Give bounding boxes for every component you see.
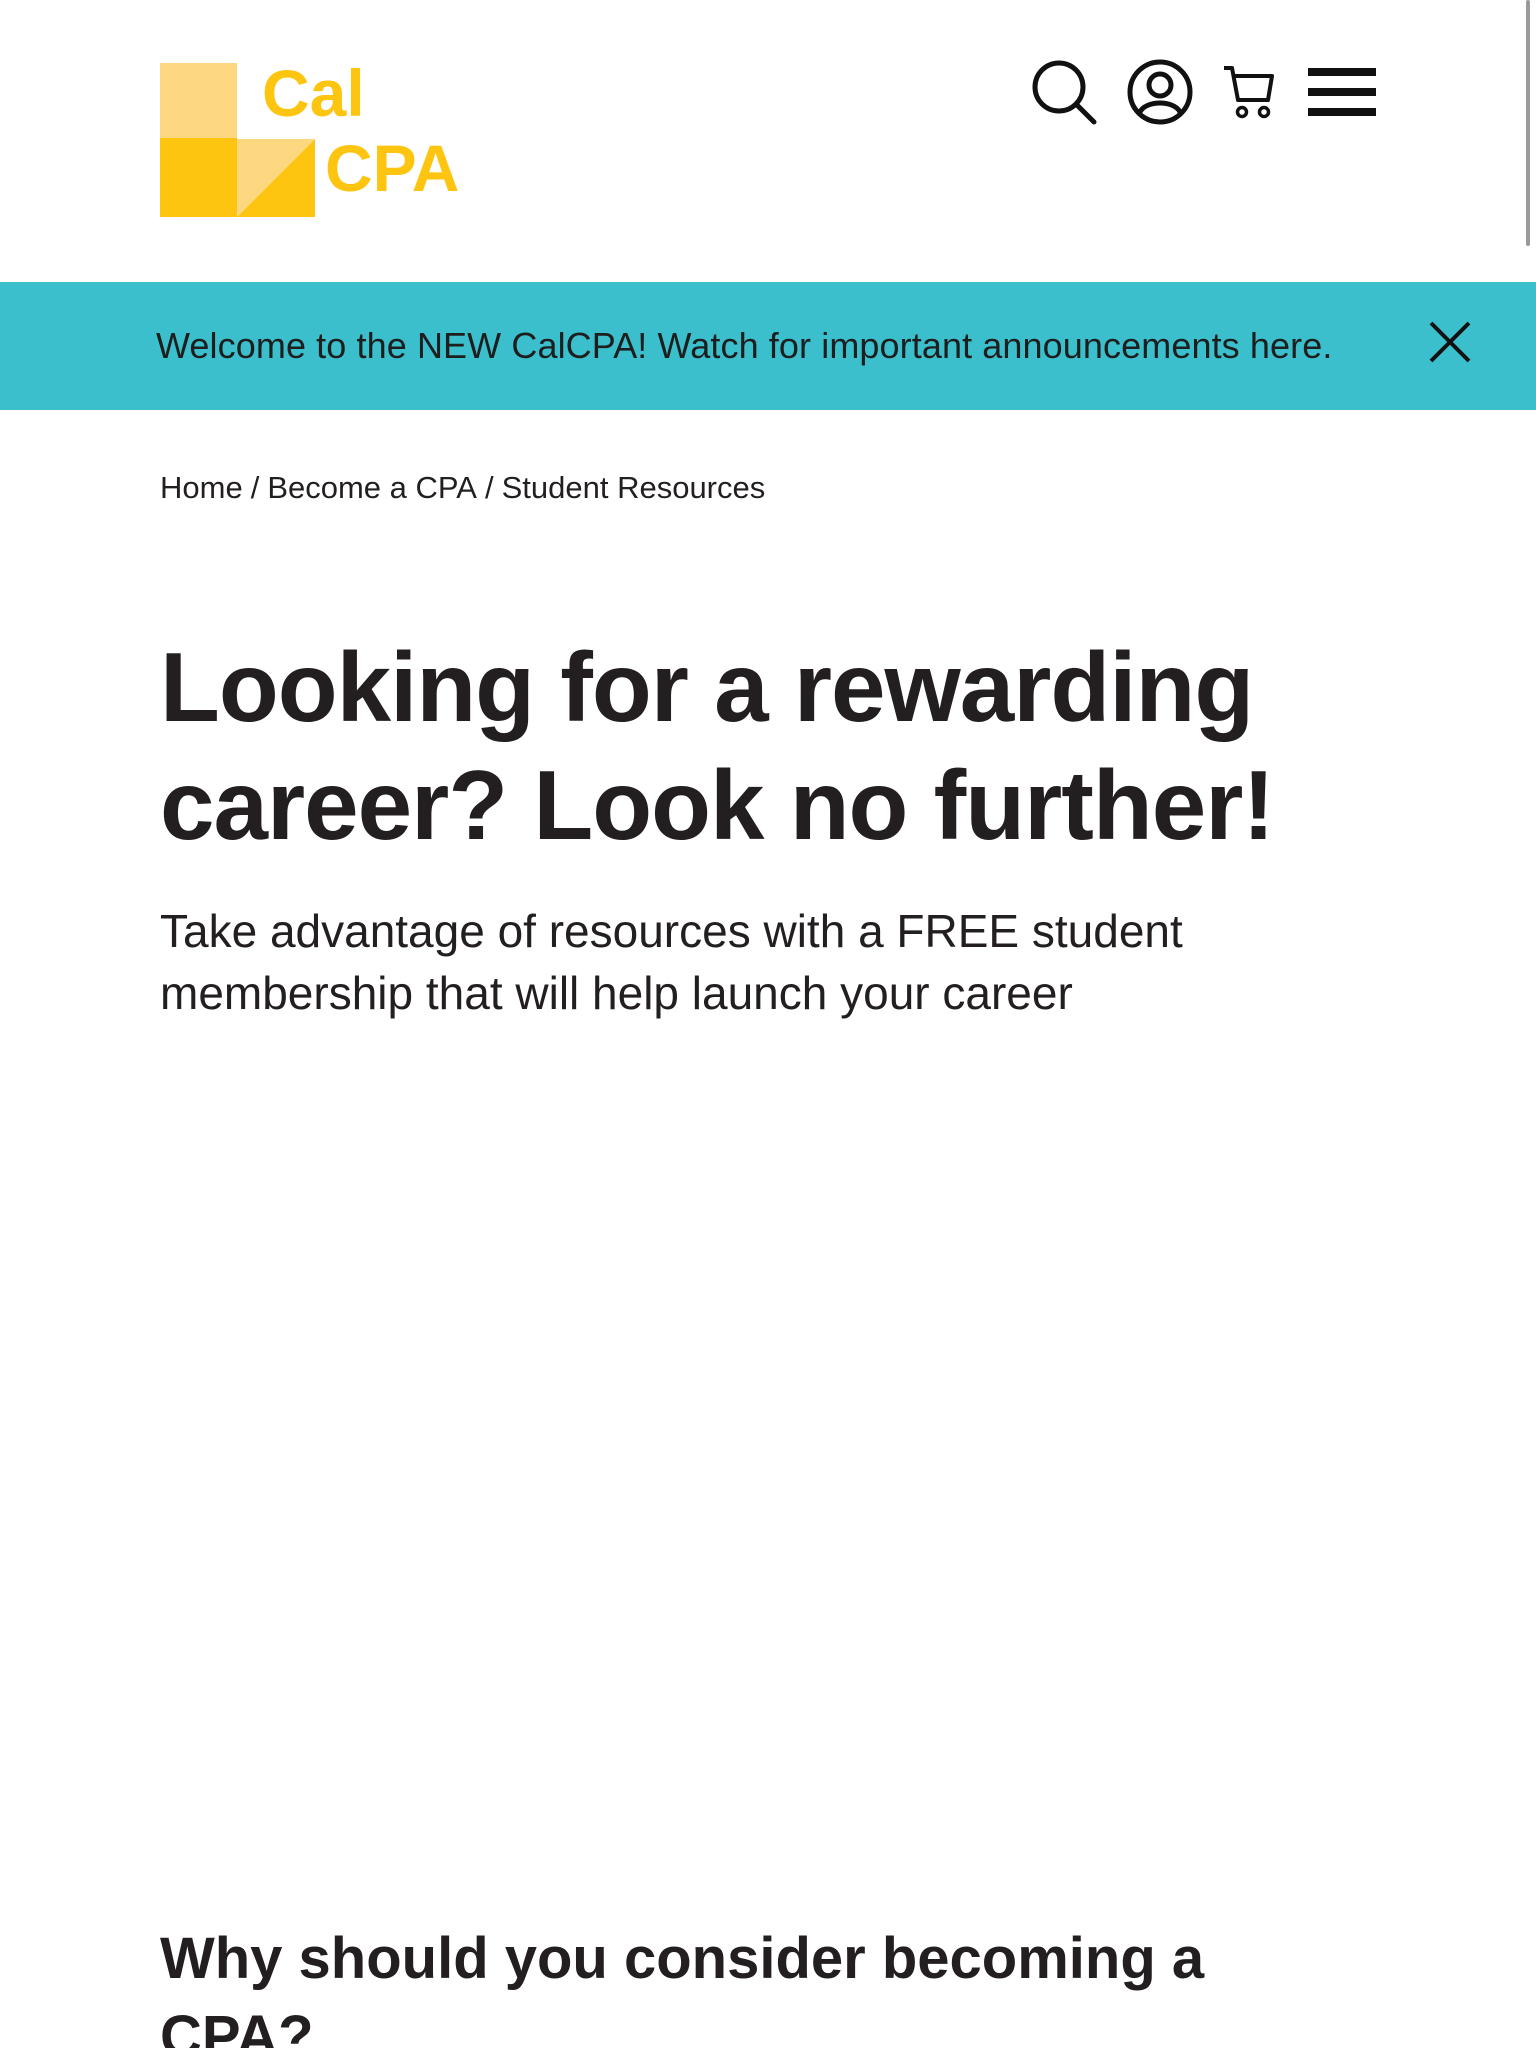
page-subtitle: Take advantage of resources with a FREE … bbox=[160, 905, 1183, 1019]
breadcrumb-home[interactable]: Home bbox=[160, 470, 243, 505]
page: Cal CPA Welcome to the NEW CalCPA! Watch… bbox=[0, 0, 1536, 2048]
menu-icon[interactable] bbox=[1306, 66, 1378, 123]
cart-icon[interactable] bbox=[1222, 64, 1276, 125]
logo-text-cal: Cal bbox=[262, 60, 365, 130]
search-icon[interactable] bbox=[1030, 58, 1098, 131]
page-title: Looking for a rewarding career? Look no … bbox=[160, 632, 1275, 860]
breadcrumb-separator: / bbox=[250, 470, 260, 505]
site-header: Cal CPA bbox=[0, 0, 1536, 282]
breadcrumb-separator: / bbox=[484, 470, 494, 505]
announcement-text: Welcome to the NEW CalCPA! Watch for imp… bbox=[156, 325, 1333, 366]
account-icon[interactable] bbox=[1126, 58, 1194, 131]
logo-text-cpa: CPA bbox=[325, 131, 459, 205]
scrollbar[interactable] bbox=[1526, 0, 1530, 246]
breadcrumb: Home / Become a CPA / Student Resources bbox=[160, 468, 765, 508]
breadcrumb-become-a-cpa[interactable]: Become a CPA bbox=[267, 470, 477, 505]
breadcrumb-current: Student Resources bbox=[501, 470, 766, 505]
close-icon[interactable] bbox=[1428, 320, 1472, 364]
section-heading: Why should you consider becoming a CPA? bbox=[160, 1926, 1205, 2048]
calcpa-logo[interactable]: Cal CPA bbox=[160, 56, 482, 220]
announcement-banner: Welcome to the NEW CalCPA! Watch for imp… bbox=[0, 282, 1536, 410]
